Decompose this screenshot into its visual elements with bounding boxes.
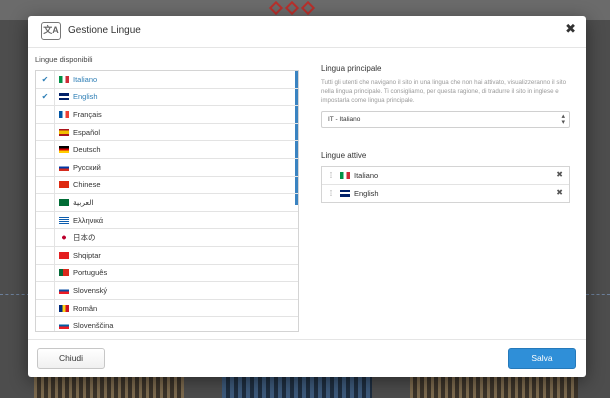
row-divider <box>54 264 55 282</box>
active-languages-label: Lingue attive <box>321 151 367 160</box>
flag-it-icon <box>340 171 350 179</box>
select-arrows-icon: ▴ ▾ <box>561 113 565 126</box>
language-item-de[interactable]: Deutsch <box>36 141 298 159</box>
row-divider <box>54 123 55 141</box>
row-divider <box>54 106 55 123</box>
flag-ru-icon <box>59 163 69 171</box>
language-item-cn[interactable]: Chinese <box>36 176 298 195</box>
language-item-si[interactable]: Slovenščina <box>36 317 298 331</box>
language-item-es[interactable]: Español <box>36 123 298 142</box>
close-button[interactable]: Chiudi <box>37 348 105 369</box>
language-item-al[interactable]: Shqiptar <box>36 246 298 265</box>
flag-gb-icon <box>340 189 350 197</box>
language-item-gr[interactable]: Ελληνικά <box>36 211 298 230</box>
drag-handle-icon[interactable]: ⁞ <box>322 189 340 198</box>
active-language-label: English <box>354 188 379 198</box>
language-label: Italiano <box>73 74 98 84</box>
language-item-it[interactable]: ✔ Italiano <box>36 71 298 89</box>
language-item-jp[interactable]: 日本の <box>36 229 298 247</box>
active-language-it[interactable]: ⁞ Italiano ✖ <box>322 167 569 185</box>
background-logo <box>268 0 324 16</box>
language-label: 日本の <box>73 233 96 243</box>
flag-sk-icon <box>59 286 69 294</box>
background-image <box>34 376 184 398</box>
flag-jp-icon <box>59 234 69 242</box>
flag-gb-icon <box>59 93 69 101</box>
language-label: Português <box>73 268 108 278</box>
language-label: Français <box>73 109 102 119</box>
modal-title: Gestione Lingue <box>68 25 141 36</box>
row-divider <box>54 71 55 88</box>
remove-icon[interactable]: ✖ <box>556 188 563 197</box>
language-item-gb[interactable]: ✔ English <box>36 88 298 107</box>
translate-icon: 文A <box>41 22 61 40</box>
language-label: Ελληνικά <box>73 215 104 225</box>
background-image <box>222 376 372 398</box>
flag-cn-icon <box>59 181 69 189</box>
main-language-select[interactable]: IT - Italiano ▴ ▾ <box>321 111 570 128</box>
row-divider <box>54 141 55 158</box>
background-divider <box>0 294 30 295</box>
background-image <box>410 376 578 398</box>
flag-es-icon <box>59 128 69 136</box>
modal-footer: Chiudi Salva <box>28 339 586 377</box>
language-label: Slovenščina <box>73 321 114 331</box>
main-language-help: Tutti gli utenti che navigano il sito in… <box>321 79 567 104</box>
active-language-gb[interactable]: ⁞ English ✖ <box>322 185 569 203</box>
available-languages-list[interactable]: ✔ Italiano ✔ English Français Español Deutsch Р… <box>35 70 299 332</box>
flag-gr-icon <box>59 216 69 224</box>
row-divider <box>54 282 55 299</box>
save-button[interactable]: Salva <box>508 348 576 369</box>
row-divider <box>54 194 55 211</box>
row-divider <box>54 88 55 106</box>
drag-handle-icon[interactable]: ⁞ <box>322 171 340 180</box>
language-label: Slovenský <box>73 285 108 295</box>
language-item-pt[interactable]: Português <box>36 264 298 283</box>
language-label: Español <box>73 127 101 137</box>
language-management-modal: 文A Gestione Lingue ✖ Lingue disponibili … <box>28 16 586 377</box>
modal-header: 文A Gestione Lingue ✖ <box>28 16 586 48</box>
language-item-fr[interactable]: Français <box>36 106 298 124</box>
row-divider <box>54 158 55 176</box>
available-languages-label: Lingue disponibili <box>35 55 93 64</box>
row-divider <box>54 299 55 317</box>
language-item-sk[interactable]: Slovenský <box>36 282 298 300</box>
language-label: Român <box>73 303 98 313</box>
language-label: Русский <box>73 162 101 172</box>
row-divider <box>54 317 55 331</box>
language-item-ru[interactable]: Русский <box>36 158 298 177</box>
check-icon: ✔ <box>41 74 49 84</box>
flag-sa-icon <box>59 198 69 206</box>
active-language-label: Italiano <box>354 170 379 180</box>
flag-ro-icon <box>59 304 69 312</box>
row-divider <box>54 246 55 264</box>
language-item-sa[interactable]: العربية <box>36 194 298 212</box>
row-divider <box>54 229 55 246</box>
main-language-label: Lingua principale <box>321 64 382 73</box>
close-icon[interactable]: ✖ <box>565 21 576 37</box>
flag-al-icon <box>59 251 69 259</box>
flag-fr-icon <box>59 110 69 118</box>
language-label: Deutsch <box>73 145 101 155</box>
language-label: العربية <box>73 197 94 207</box>
flag-it-icon <box>59 75 69 83</box>
remove-icon[interactable]: ✖ <box>556 170 563 179</box>
main-language-selected: IT - Italiano <box>328 116 361 123</box>
flag-pt-icon <box>59 269 69 277</box>
language-label: Shqiptar <box>73 250 101 260</box>
language-label: Chinese <box>73 180 101 190</box>
row-divider <box>54 211 55 229</box>
background-divider <box>586 294 610 295</box>
language-item-ro[interactable]: Român <box>36 299 298 318</box>
flag-de-icon <box>59 146 69 154</box>
language-label: English <box>73 92 98 102</box>
active-languages-list: ⁞ Italiano ✖ ⁞ English ✖ <box>321 166 570 203</box>
check-icon: ✔ <box>41 92 49 102</box>
flag-si-icon <box>59 322 69 330</box>
row-divider <box>54 176 55 194</box>
